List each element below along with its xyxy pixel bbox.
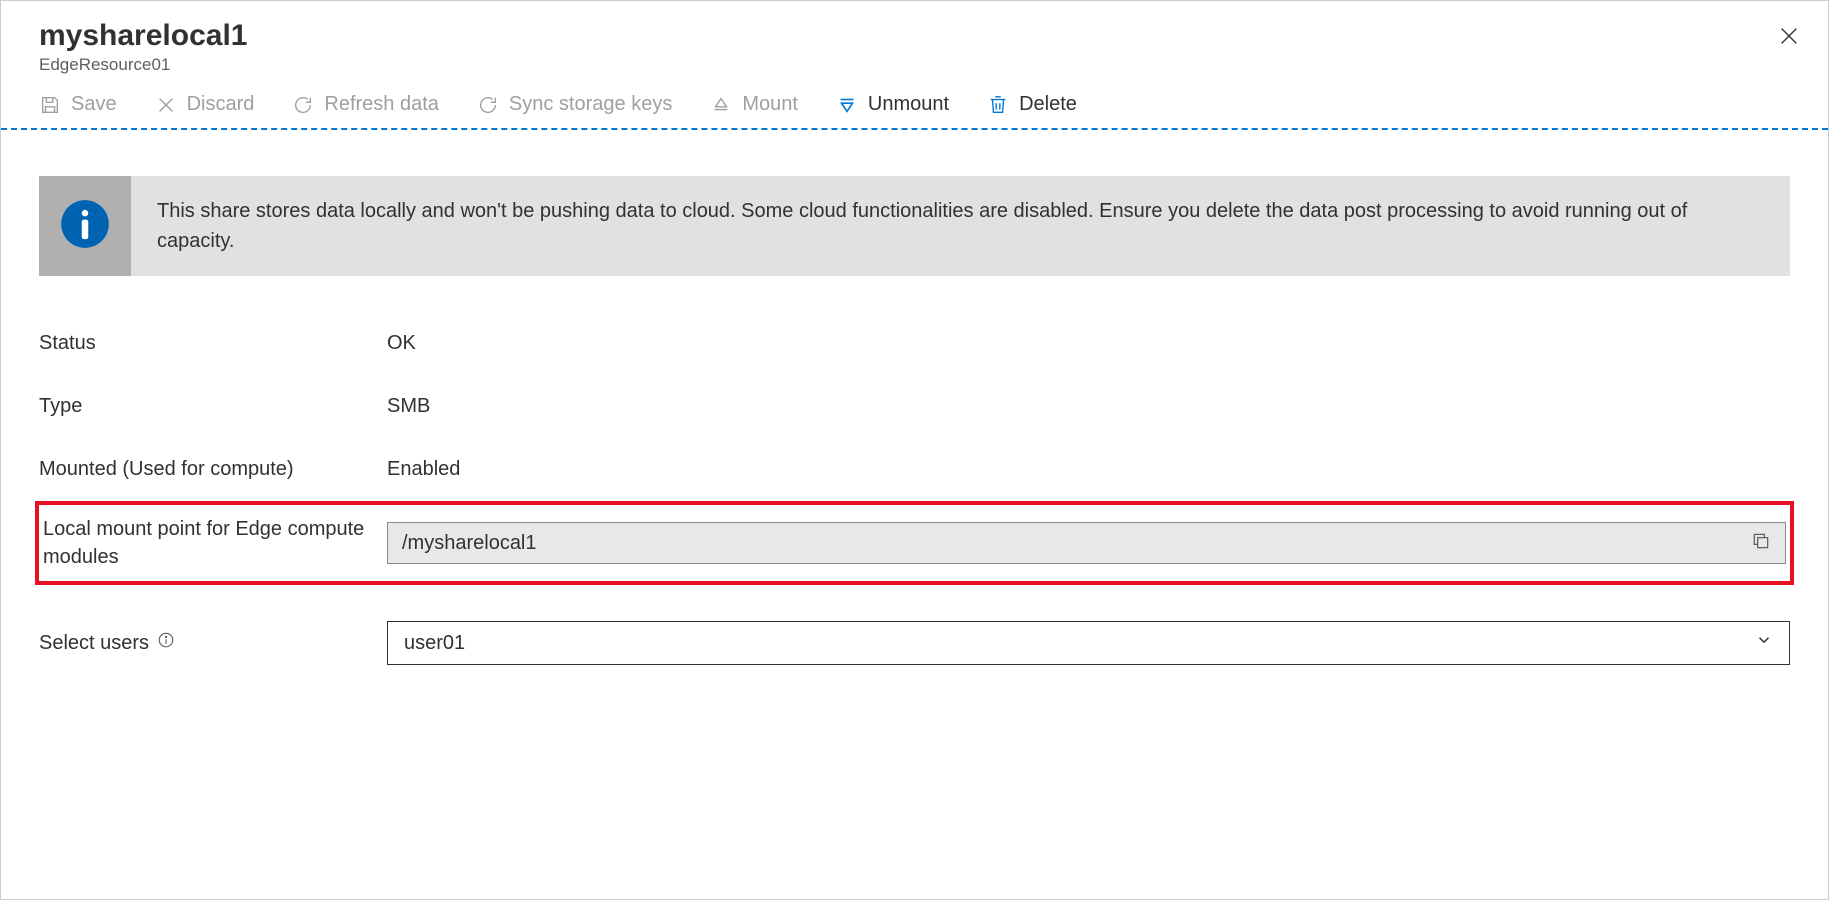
info-circle-icon[interactable] bbox=[157, 631, 175, 655]
save-button[interactable]: Save bbox=[39, 93, 117, 116]
toolbar: Save Discard Refresh data Sync storage k… bbox=[1, 75, 1828, 130]
mountpoint-value: /mysharelocal1 bbox=[402, 532, 1751, 555]
mounted-value: Enabled bbox=[387, 438, 1790, 501]
panel-header: mysharelocal1 EdgeResource01 bbox=[1, 1, 1828, 75]
close-icon bbox=[1778, 34, 1800, 51]
info-icon bbox=[59, 198, 111, 255]
discard-label: Discard bbox=[187, 93, 255, 116]
unmount-button[interactable]: Unmount bbox=[836, 93, 949, 116]
content-area: This share stores data locally and won't… bbox=[1, 130, 1828, 675]
page-title: mysharelocal1 bbox=[39, 19, 1790, 53]
sync-label: Sync storage keys bbox=[509, 93, 672, 116]
delete-icon bbox=[987, 94, 1009, 116]
delete-button[interactable]: Delete bbox=[987, 93, 1077, 116]
close-button[interactable] bbox=[1778, 25, 1800, 52]
select-users-dropdown[interactable]: user01 bbox=[387, 621, 1790, 665]
sync-icon bbox=[477, 94, 499, 116]
share-detail-panel: mysharelocal1 EdgeResource01 Save Discar… bbox=[0, 0, 1829, 900]
chevron-down-icon bbox=[1755, 631, 1773, 655]
discard-button[interactable]: Discard bbox=[155, 93, 255, 116]
mount-icon bbox=[710, 94, 732, 116]
status-value: OK bbox=[387, 312, 1790, 375]
save-label: Save bbox=[71, 93, 117, 116]
refresh-label: Refresh data bbox=[324, 93, 439, 116]
unmount-label: Unmount bbox=[868, 93, 949, 116]
select-users-row: Select users user01 bbox=[39, 611, 1790, 675]
refresh-button[interactable]: Refresh data bbox=[292, 93, 439, 116]
info-icon-wrap bbox=[39, 176, 131, 276]
delete-label: Delete bbox=[1019, 93, 1077, 116]
type-label: Type bbox=[39, 375, 387, 438]
type-value: SMB bbox=[387, 375, 1790, 438]
copy-button[interactable] bbox=[1751, 531, 1771, 556]
mounted-label: Mounted (Used for compute) bbox=[39, 438, 387, 501]
info-banner-text: This share stores data locally and won't… bbox=[131, 176, 1790, 276]
select-users-label: Select users bbox=[39, 611, 387, 675]
save-icon bbox=[39, 94, 61, 116]
mountpoint-field: /mysharelocal1 bbox=[387, 522, 1786, 564]
status-label: Status bbox=[39, 312, 387, 375]
select-users-label-text: Select users bbox=[39, 632, 149, 655]
sync-button[interactable]: Sync storage keys bbox=[477, 93, 672, 116]
mountpoint-label: Local mount point for Edge compute modul… bbox=[39, 515, 387, 571]
info-banner: This share stores data locally and won't… bbox=[39, 176, 1790, 276]
refresh-icon bbox=[292, 94, 314, 116]
copy-icon bbox=[1751, 538, 1771, 555]
mount-button[interactable]: Mount bbox=[710, 93, 798, 116]
select-users-value: user01 bbox=[404, 632, 465, 655]
unmount-icon bbox=[836, 94, 858, 116]
properties-grid: Status OK Type SMB Mounted (Used for com… bbox=[39, 312, 1790, 501]
mount-label: Mount bbox=[742, 93, 798, 116]
page-subtitle: EdgeResource01 bbox=[39, 55, 1790, 75]
mountpoint-row-highlighted: Local mount point for Edge compute modul… bbox=[35, 501, 1794, 585]
discard-icon bbox=[155, 94, 177, 116]
